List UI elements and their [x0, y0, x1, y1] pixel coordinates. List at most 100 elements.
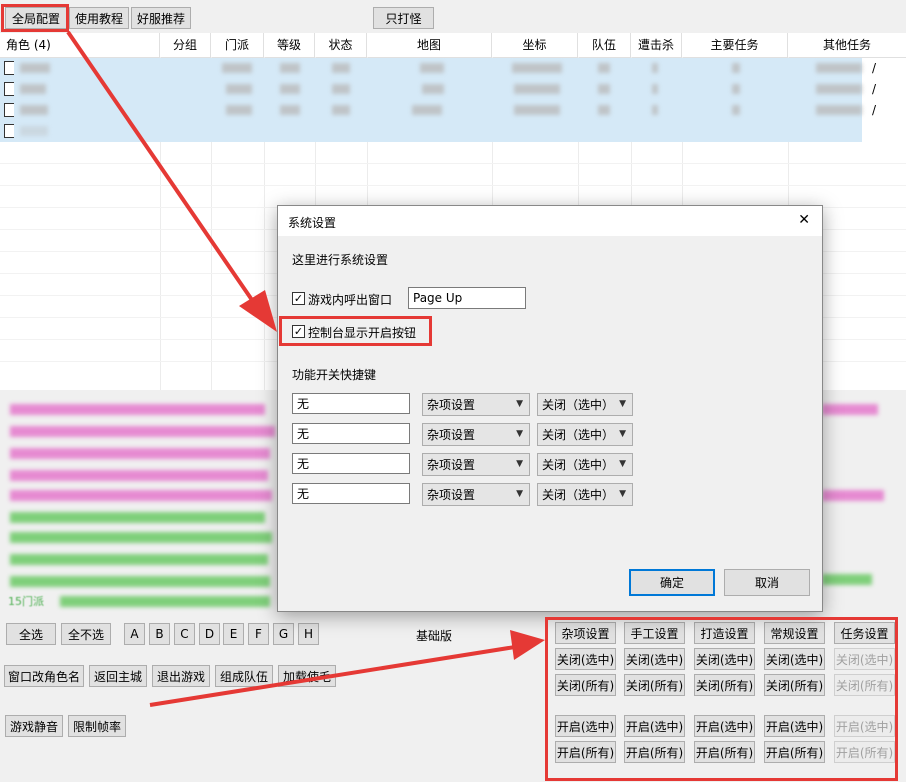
letter-f-button[interactable]: F	[248, 623, 269, 645]
redacted-role-name	[20, 126, 48, 136]
log-line	[822, 490, 884, 501]
redacted-cell	[280, 63, 300, 73]
redacted-cell	[226, 105, 252, 115]
shortcut-category-select[interactable]: 杂项设置 ▼	[422, 453, 530, 476]
redacted-cell	[732, 84, 740, 94]
shortcut-action-select[interactable]: 关闭（选中） ▼	[537, 393, 633, 416]
table-row[interactable]	[0, 121, 862, 142]
column-header-coords[interactable]: 坐标	[492, 33, 578, 57]
shortcut-key-field[interactable]: 无	[292, 423, 410, 444]
chevron-down-icon: ▼	[619, 399, 626, 409]
letter-a-button[interactable]: A	[124, 623, 145, 645]
table-row[interactable]: /	[0, 58, 876, 79]
column-header-team[interactable]: 队伍	[578, 33, 631, 57]
arrow-to-settings-panel-head	[510, 630, 545, 660]
server-recommend-button[interactable]: 好服推荐	[131, 7, 191, 29]
shortcut-action-select[interactable]: 关闭（选中） ▼	[537, 423, 633, 446]
row-other-task-suffix: /	[872, 82, 877, 96]
shortcut-action-value: 关闭（选中）	[542, 488, 615, 502]
column-header-group[interactable]: 分组	[160, 33, 211, 57]
highlight-settings-panel	[545, 617, 898, 781]
shortcut-category-value: 杂项设置	[427, 488, 476, 502]
letter-e-button[interactable]: E	[223, 623, 244, 645]
redacted-cell	[598, 84, 610, 94]
column-header-sect[interactable]: 门派	[211, 33, 264, 57]
redacted-cell	[280, 84, 300, 94]
row-checkbox[interactable]	[4, 103, 14, 117]
log-line	[10, 404, 265, 415]
letter-g-button[interactable]: G	[273, 623, 294, 645]
log-line	[60, 596, 270, 607]
grid-row-line	[0, 185, 906, 186]
exit-game-button[interactable]: 退出游戏	[152, 665, 210, 687]
column-header-status[interactable]: 状态	[315, 33, 367, 57]
shortcut-key-field[interactable]: 无	[292, 393, 410, 414]
log-line	[10, 470, 268, 481]
letter-h-button[interactable]: H	[298, 623, 319, 645]
letter-b-button[interactable]: B	[149, 623, 170, 645]
highlight-console-checkbox	[279, 316, 432, 346]
column-header-level[interactable]: 等级	[264, 33, 315, 57]
tutorial-button[interactable]: 使用教程	[69, 7, 129, 29]
column-header-main-task[interactable]: 主要任务	[682, 33, 788, 57]
rename-window-button[interactable]: 窗口改角色名	[4, 665, 84, 687]
row-checkbox[interactable]	[4, 61, 14, 75]
row-checkbox[interactable]	[4, 82, 14, 96]
column-header-killed[interactable]: 遭击杀	[631, 33, 682, 57]
cancel-button[interactable]: 取消	[724, 569, 810, 596]
log-line-prefix: 15门派	[8, 595, 44, 608]
log-line	[10, 512, 265, 523]
redacted-role-name	[20, 84, 46, 94]
chevron-down-icon: ▼	[619, 429, 626, 439]
select-all-button[interactable]: 全选	[6, 623, 56, 645]
log-line	[822, 574, 872, 585]
dialog-intro-text: 这里进行系统设置	[292, 253, 389, 267]
shortcut-action-value: 关闭（选中）	[542, 398, 615, 412]
redacted-cell	[732, 63, 740, 73]
log-line	[10, 576, 270, 587]
redacted-cell	[598, 105, 610, 115]
limit-fps-button[interactable]: 限制帧率	[68, 715, 126, 737]
letter-c-button[interactable]: C	[174, 623, 195, 645]
redacted-cell	[816, 105, 862, 115]
redacted-cell	[598, 63, 610, 73]
shortcut-action-select[interactable]: 关闭（选中） ▼	[537, 453, 633, 476]
redacted-cell	[816, 63, 862, 73]
redacted-role-name	[20, 105, 48, 115]
redacted-cell	[332, 105, 350, 115]
column-header-role[interactable]: 角色 (4)	[0, 33, 160, 57]
ok-button[interactable]: 确定	[629, 569, 715, 596]
mute-game-button[interactable]: 游戏静音	[5, 715, 63, 737]
form-team-button[interactable]: 组成队伍	[215, 665, 273, 687]
return-city-button[interactable]: 返回主城	[89, 665, 147, 687]
letter-d-button[interactable]: D	[199, 623, 220, 645]
select-none-button[interactable]: 全不选	[61, 623, 111, 645]
table-row[interactable]: /	[0, 100, 876, 121]
shortcut-action-value: 关闭（选中）	[542, 458, 615, 472]
hotkey-checkbox[interactable]: ✓	[292, 292, 305, 305]
redacted-cell	[420, 63, 444, 73]
log-line	[822, 404, 878, 415]
redacted-cell	[816, 84, 862, 94]
table-row[interactable]: /	[0, 79, 876, 100]
only-fight-button[interactable]: 只打怪	[373, 7, 434, 29]
close-icon[interactable]: ✕	[798, 212, 810, 228]
row-checkbox[interactable]	[4, 124, 14, 138]
shortcut-category-select[interactable]: 杂项设置 ▼	[422, 393, 530, 416]
redacted-cell	[332, 84, 350, 94]
chevron-down-icon: ▼	[516, 459, 523, 469]
dialog-titlebar[interactable]: 系统设置 ✕	[278, 206, 822, 236]
redacted-cell	[512, 63, 562, 73]
redacted-cell	[652, 63, 658, 73]
column-header-map[interactable]: 地图	[367, 33, 492, 57]
shortcut-key-field[interactable]: 无	[292, 453, 410, 474]
hotkey-field[interactable]: Page Up	[408, 287, 526, 309]
shortcut-action-select[interactable]: 关闭（选中） ▼	[537, 483, 633, 506]
shortcut-key-field[interactable]: 无	[292, 483, 410, 504]
log-line	[10, 554, 268, 565]
load-button[interactable]: 加载使毛	[278, 665, 336, 687]
shortcut-category-select[interactable]: 杂项设置 ▼	[422, 423, 530, 446]
shortcut-category-select[interactable]: 杂项设置 ▼	[422, 483, 530, 506]
redacted-cell	[652, 105, 658, 115]
column-header-other-task[interactable]: 其他任务	[788, 33, 906, 57]
